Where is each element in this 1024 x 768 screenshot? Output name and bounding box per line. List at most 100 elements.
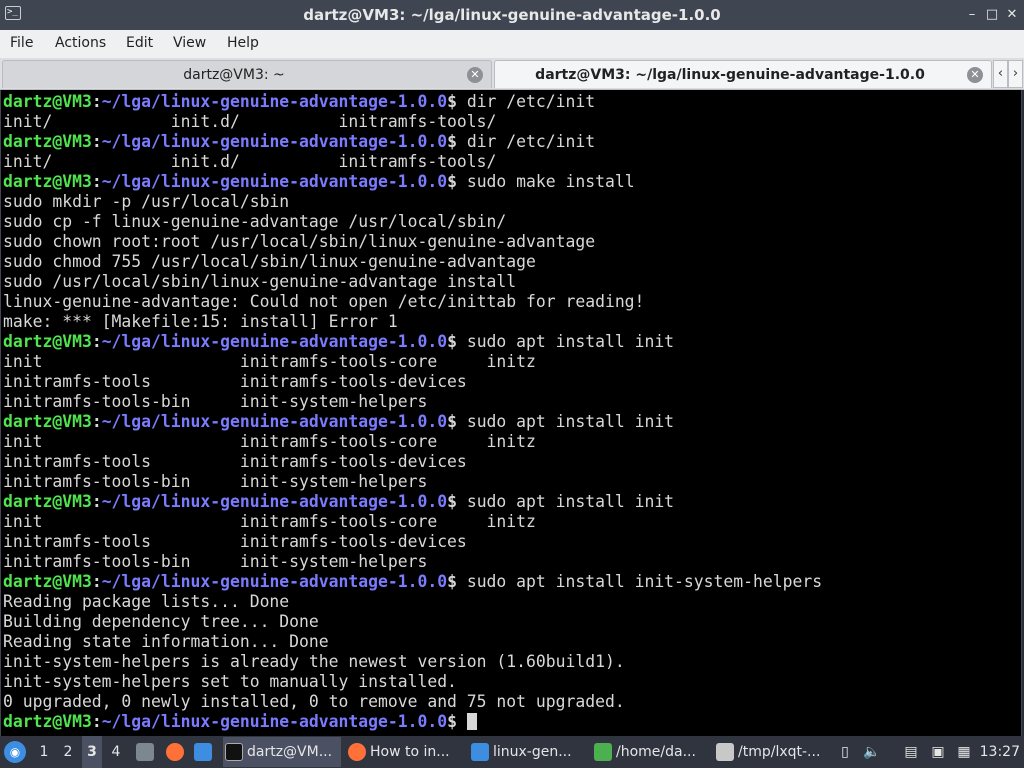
terminal-output-line: Reading state information... Done [3,632,329,651]
minimize-button[interactable]: – [964,7,980,23]
firefox-icon [348,743,366,761]
file-manager-launcher-icon[interactable] [136,743,154,761]
prompt-path: ~/lga/linux-genuine-advantage-1.0.0 [101,492,448,511]
terminal-prompt-line: dartz@VM3:~/lga/linux-genuine-advantage-… [3,492,822,512]
task-firefox[interactable]: How to in... [346,737,464,767]
terminal-output-line: linux-genuine-advantage: Could not open … [3,292,645,311]
prompt-user-host: dartz@VM3 [3,572,92,591]
prompt-dollar: $ [447,492,457,511]
prompt-dollar: $ [447,412,457,431]
terminal-output-line: Building dependency tree... Done [3,612,319,631]
close-tab-icon[interactable]: ✕ [467,67,483,83]
workspace-3[interactable]: 3 [82,736,102,768]
task-terminal[interactable]: dartz@VM... [223,737,341,767]
prompt-path: ~/lga/linux-genuine-advantage-1.0.0 [101,132,448,151]
start-menu-icon[interactable]: ◉ [4,741,26,763]
prompt-user-host: dartz@VM3 [3,132,92,151]
terminal-view[interactable]: dartz@VM3:~/lga/linux-genuine-advantage-… [0,90,1022,736]
menu-actions[interactable]: Actions [55,30,106,57]
command-text: sudo apt install init [456,332,675,351]
terminal-output: dartz@VM3:~/lga/linux-genuine-advantage-… [3,92,822,732]
task-text-editor[interactable]: /home/da... [592,737,710,767]
command-text [457,712,467,731]
menu-file[interactable]: File [10,30,33,57]
terminal-prompt-line: dartz@VM3:~/lga/linux-genuine-advantage-… [3,712,822,732]
menu-help[interactable]: Help [227,30,259,57]
command-text: dir /etc/init [456,92,596,111]
maximize-button[interactable]: □ [984,7,1000,23]
clock[interactable]: 13:27 [980,736,1020,768]
task-file-manager[interactable]: linux-gen... [469,737,587,767]
show-desktop-icon[interactable] [194,743,212,761]
menu-view[interactable]: View [173,30,206,57]
prompt-colon: : [91,332,102,351]
prompt-dollar: $ [447,712,457,731]
terminal-prompt-line: dartz@VM3:~/lga/linux-genuine-advantage-… [3,132,822,152]
terminal-icon [225,743,243,761]
notes-icon[interactable]: ▤ [902,743,920,761]
prompt-dollar: $ [447,172,457,191]
prompt-path: ~/lga/linux-genuine-advantage-1.0.0 [101,92,448,111]
command-text: sudo apt install init [456,412,675,431]
document-edit-icon [716,743,734,761]
workspace-4[interactable]: 4 [106,736,126,768]
terminal-output-line: initramfs-tools initramfs-tools-devices [3,372,467,391]
tab-home[interactable]: dartz@VM3: ~ ✕ [2,60,492,88]
prompt-user-host: dartz@VM3 [3,172,92,191]
prompt-dollar: $ [447,572,457,591]
close-window-button[interactable]: ✕ [1004,7,1020,23]
volume-icon[interactable]: 🔈 [863,743,881,761]
close-tab-icon[interactable]: ✕ [967,67,983,83]
terminal-output-line: init initramfs-tools-core initz [3,352,536,371]
prompt-colon: : [91,572,102,591]
prompt-colon: : [91,492,102,511]
clipboard-icon[interactable]: ▯ [836,743,854,761]
task-document[interactable]: /tmp/lxqt-... [714,737,832,767]
terminal-output-line: init-system-helpers set to manually inst… [3,672,457,691]
window-titlebar[interactable]: >_ dartz@VM3: ~/lga/linux-genuine-advant… [0,0,1024,30]
task-label: dartz@VM... [247,744,333,760]
prompt-colon: : [91,92,102,111]
terminal-output-line: sudo /usr/local/sbin/linux-genuine-advan… [3,272,517,291]
terminal-output-line: init/ init.d/ initramfs-tools/ [3,152,497,171]
command-text: dir /etc/init [456,132,596,151]
terminal-output-line: 0 upgraded, 0 newly installed, 0 to remo… [3,692,625,711]
menu-edit[interactable]: Edit [126,30,153,57]
prompt-path: ~/lga/linux-genuine-advantage-1.0.0 [101,172,448,191]
terminal-output-line: init initramfs-tools-core initz [3,512,536,531]
terminal-output-line: initramfs-tools initramfs-tools-devices [3,532,467,551]
text-cursor [466,713,477,730]
prompt-path: ~/lga/linux-genuine-advantage-1.0.0 [101,712,448,731]
firefox-launcher-icon[interactable] [166,743,184,761]
tab-bar: dartz@VM3: ~ ✕ dartz@VM3: ~/lga/linux-ge… [0,58,1024,90]
terminal-output-line: sudo cp -f linux-genuine-advantage /usr/… [3,212,507,231]
terminal-output-line: make: *** [Makefile:15: install] Error 1 [3,312,398,331]
tab-label: dartz@VM3: ~/lga/linux-genuine-advantage… [535,67,925,83]
terminal-output-line: initramfs-tools initramfs-tools-devices [3,452,467,471]
terminal-output-line: Reading package lists... Done [3,592,290,611]
prompt-dollar: $ [447,332,457,351]
terminal-output-line: init initramfs-tools-core initz [3,432,536,451]
display-icon[interactable]: ▦ [955,743,973,761]
text-editor-icon [594,743,612,761]
prompt-user-host: dartz@VM3 [3,712,92,731]
chevron-left-icon[interactable]: ‹ [993,60,1008,88]
prompt-user-host: dartz@VM3 [3,412,92,431]
workspace-1[interactable]: 1 [34,736,54,768]
chevron-right-icon[interactable]: › [1008,60,1023,88]
terminal-prompt-line: dartz@VM3:~/lga/linux-genuine-advantage-… [3,572,822,592]
terminal-prompt-line: dartz@VM3:~/lga/linux-genuine-advantage-… [3,412,822,432]
terminal-prompt-line: dartz@VM3:~/lga/linux-genuine-advantage-… [3,332,822,352]
terminal-output-line: initramfs-tools-bin init-system-helpers [3,552,428,571]
taskbar: ◉ 1 2 3 4 dartz@VM... How to in... linux… [0,736,1024,768]
tab-lga[interactable]: dartz@VM3: ~/lga/linux-genuine-advantage… [494,60,992,88]
network-icon[interactable]: ▣ [929,743,947,761]
tab-label: dartz@VM3: ~ [183,67,285,83]
terminal-output-line: init-system-helpers is already the newes… [3,652,625,671]
command-text: sudo make install [456,172,635,191]
terminal-output-line: initramfs-tools-bin init-system-helpers [3,472,428,491]
workspace-2[interactable]: 2 [58,736,78,768]
prompt-dollar: $ [447,132,457,151]
terminal-prompt-line: dartz@VM3:~/lga/linux-genuine-advantage-… [3,172,822,192]
terminal-output-line: sudo chmod 755 /usr/local/sbin/linux-gen… [3,252,536,271]
